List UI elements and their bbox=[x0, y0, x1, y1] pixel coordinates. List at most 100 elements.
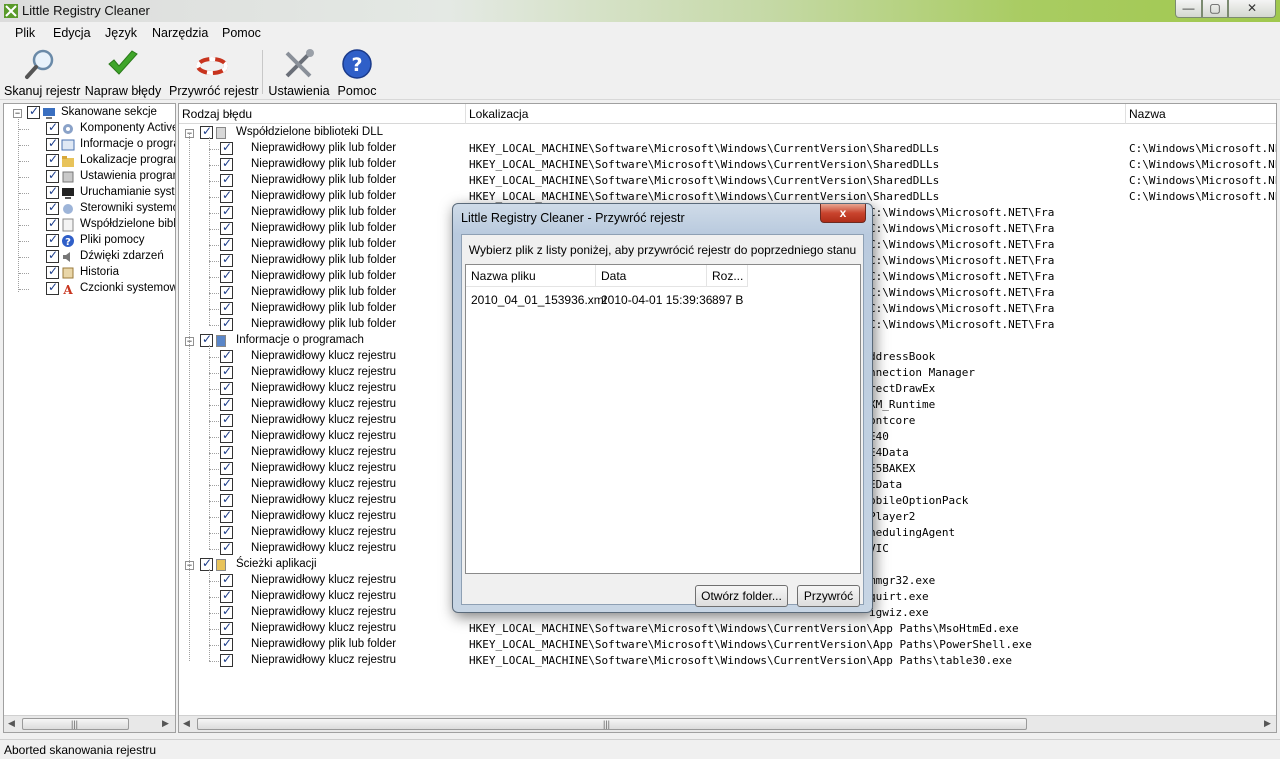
checkbox[interactable] bbox=[46, 120, 59, 135]
checkbox[interactable] bbox=[220, 604, 233, 619]
checkbox[interactable] bbox=[46, 232, 59, 247]
backup-file-name: 2010_04_01_153936.xml bbox=[471, 293, 607, 307]
checkbox[interactable] bbox=[220, 204, 233, 219]
restore-registry-button[interactable]: Przywróć rejestr bbox=[169, 48, 259, 100]
checkbox[interactable] bbox=[220, 524, 233, 539]
checkbox[interactable] bbox=[220, 476, 233, 491]
tree-item-shared-libs[interactable]: Współdzielone biblioteki bbox=[4, 216, 175, 233]
restore-button[interactable]: Przywróć bbox=[797, 585, 860, 607]
scroll-thumb[interactable]: ||| bbox=[22, 718, 129, 730]
checkbox[interactable] bbox=[220, 396, 233, 411]
scroll-left-icon[interactable]: ◀ bbox=[183, 718, 190, 729]
checkbox[interactable] bbox=[46, 184, 59, 199]
open-folder-button[interactable]: Otwórz folder... bbox=[695, 585, 788, 607]
column-header-location[interactable]: Lokalizacja bbox=[466, 104, 1126, 124]
checkbox[interactable] bbox=[220, 348, 233, 363]
help-button[interactable]: ? Pomoc bbox=[336, 48, 378, 100]
tree-item-history[interactable]: Historia bbox=[4, 264, 175, 281]
grid-horizontal-scrollbar[interactable]: ◀ ||| ▶ bbox=[179, 715, 1276, 732]
checkbox[interactable] bbox=[220, 188, 233, 203]
checkbox[interactable] bbox=[220, 236, 233, 251]
table-row[interactable]: Nieprawidłowy klucz rejestru HKEY_LOCAL_M… bbox=[179, 652, 1276, 669]
checkbox[interactable] bbox=[220, 444, 233, 459]
tree-root[interactable]: − Skanowane sekcje bbox=[4, 104, 175, 121]
scan-registry-button[interactable]: Skanuj rejestr bbox=[4, 48, 80, 100]
checkbox[interactable] bbox=[200, 124, 213, 139]
checkbox[interactable] bbox=[220, 156, 233, 171]
checkbox[interactable] bbox=[220, 492, 233, 507]
checkbox[interactable] bbox=[27, 104, 40, 119]
backup-file-list[interactable]: Nazwa pliku Data Roz... 2010_04_01_15393… bbox=[465, 264, 861, 574]
checkbox[interactable] bbox=[200, 332, 213, 347]
checkbox[interactable] bbox=[220, 588, 233, 603]
collapse-icon[interactable]: − bbox=[13, 109, 22, 118]
menu-edycja[interactable]: Edycja bbox=[53, 26, 91, 40]
checkbox[interactable] bbox=[220, 252, 233, 267]
checkbox[interactable] bbox=[46, 136, 59, 151]
checkbox[interactable] bbox=[220, 364, 233, 379]
column-header-size[interactable]: Roz... bbox=[707, 265, 748, 287]
checkbox[interactable] bbox=[220, 140, 233, 155]
checkbox[interactable] bbox=[220, 572, 233, 587]
scroll-left-icon[interactable]: ◀ bbox=[8, 718, 15, 729]
column-header-type[interactable]: Rodzaj błędu bbox=[179, 104, 466, 124]
scroll-right-icon[interactable]: ▶ bbox=[162, 718, 169, 729]
minimize-button[interactable]: — bbox=[1175, 0, 1202, 18]
checkbox[interactable] bbox=[220, 300, 233, 315]
checkbox[interactable] bbox=[46, 216, 59, 231]
fix-errors-button[interactable]: Napraw błędy bbox=[84, 48, 162, 100]
dialog-close-button[interactable]: x bbox=[820, 204, 866, 223]
checkbox[interactable] bbox=[200, 556, 213, 571]
checkbox[interactable] bbox=[46, 264, 59, 279]
scroll-right-icon[interactable]: ▶ bbox=[1264, 718, 1271, 729]
close-button[interactable]: ✕ bbox=[1228, 0, 1276, 18]
checkbox[interactable] bbox=[46, 248, 59, 263]
scroll-thumb[interactable]: ||| bbox=[197, 718, 1027, 730]
checkbox[interactable] bbox=[46, 168, 59, 183]
checkbox[interactable] bbox=[220, 412, 233, 427]
maximize-button[interactable]: ▢ bbox=[1202, 0, 1228, 18]
tree-item-fonts[interactable]: A Czcionki systemowe bbox=[4, 280, 175, 297]
checkbox[interactable] bbox=[220, 620, 233, 635]
checkbox[interactable] bbox=[220, 172, 233, 187]
table-row[interactable]: Nieprawidłowy plik lub folder HKEY_LOCAL_… bbox=[179, 140, 1276, 157]
checkbox[interactable] bbox=[220, 428, 233, 443]
checkbox[interactable] bbox=[220, 540, 233, 555]
checkbox[interactable] bbox=[46, 152, 59, 167]
column-header-date[interactable]: Data bbox=[596, 265, 707, 287]
dialog-body: Wybierz plik z listy poniżej, aby przywr… bbox=[461, 234, 864, 607]
menu-narzedzia[interactable]: Narzędzia bbox=[152, 26, 208, 40]
checkbox[interactable] bbox=[220, 508, 233, 523]
checkbox[interactable] bbox=[220, 316, 233, 331]
checkbox[interactable] bbox=[220, 636, 233, 651]
sections-tree[interactable]: − Skanowane sekcje Komponenty ActiveX In… bbox=[3, 103, 176, 733]
table-row[interactable]: Nieprawidłowy plik lub folder HKEY_LOCAL_… bbox=[179, 156, 1276, 173]
column-header-name[interactable]: Nazwa bbox=[1126, 104, 1276, 124]
table-row[interactable]: Nieprawidłowy plik lub folder HKEY_LOCAL_… bbox=[179, 172, 1276, 189]
tree-horizontal-scrollbar[interactable]: ◀ ||| ▶ bbox=[4, 715, 175, 732]
group-row[interactable]: −Współdzielone biblioteki DLL bbox=[179, 124, 1276, 141]
checkbox[interactable] bbox=[220, 380, 233, 395]
column-header-file[interactable]: Nazwa pliku bbox=[466, 265, 596, 287]
checkbox[interactable] bbox=[220, 460, 233, 475]
tree-item-activex[interactable]: Komponenty ActiveX bbox=[4, 120, 175, 137]
table-row[interactable]: Nieprawidłowy klucz rejestru HKEY_LOCAL_M… bbox=[179, 620, 1276, 637]
tree-item-sounds[interactable]: Dźwięki zdarzeń bbox=[4, 248, 175, 265]
checkbox[interactable] bbox=[220, 284, 233, 299]
table-row[interactable]: Nieprawidłowy plik lub folder HKEY_LOCAL_… bbox=[179, 636, 1276, 653]
checkbox[interactable] bbox=[46, 200, 59, 215]
menu-pomoc[interactable]: Pomoc bbox=[222, 26, 261, 40]
tree-item-program-locations[interactable]: Lokalizacje programów bbox=[4, 152, 175, 169]
checkbox[interactable] bbox=[220, 268, 233, 283]
settings-button[interactable]: Ustawienia bbox=[268, 48, 330, 100]
checkbox[interactable] bbox=[220, 652, 233, 667]
checkbox[interactable] bbox=[220, 220, 233, 235]
tree-item-startup[interactable]: Uruchamianie systemu bbox=[4, 184, 175, 201]
tree-item-programs-info[interactable]: Informacje o programach bbox=[4, 136, 175, 153]
checkbox[interactable] bbox=[46, 280, 59, 295]
menu-plik[interactable]: Plik bbox=[15, 26, 35, 40]
tree-item-help-files[interactable]: ? Pliki pomocy bbox=[4, 232, 175, 249]
tree-item-drivers[interactable]: Sterowniki systemowe bbox=[4, 200, 175, 217]
menu-jezyk[interactable]: Język bbox=[105, 26, 137, 40]
tree-item-program-settings[interactable]: Ustawienia programów bbox=[4, 168, 175, 185]
